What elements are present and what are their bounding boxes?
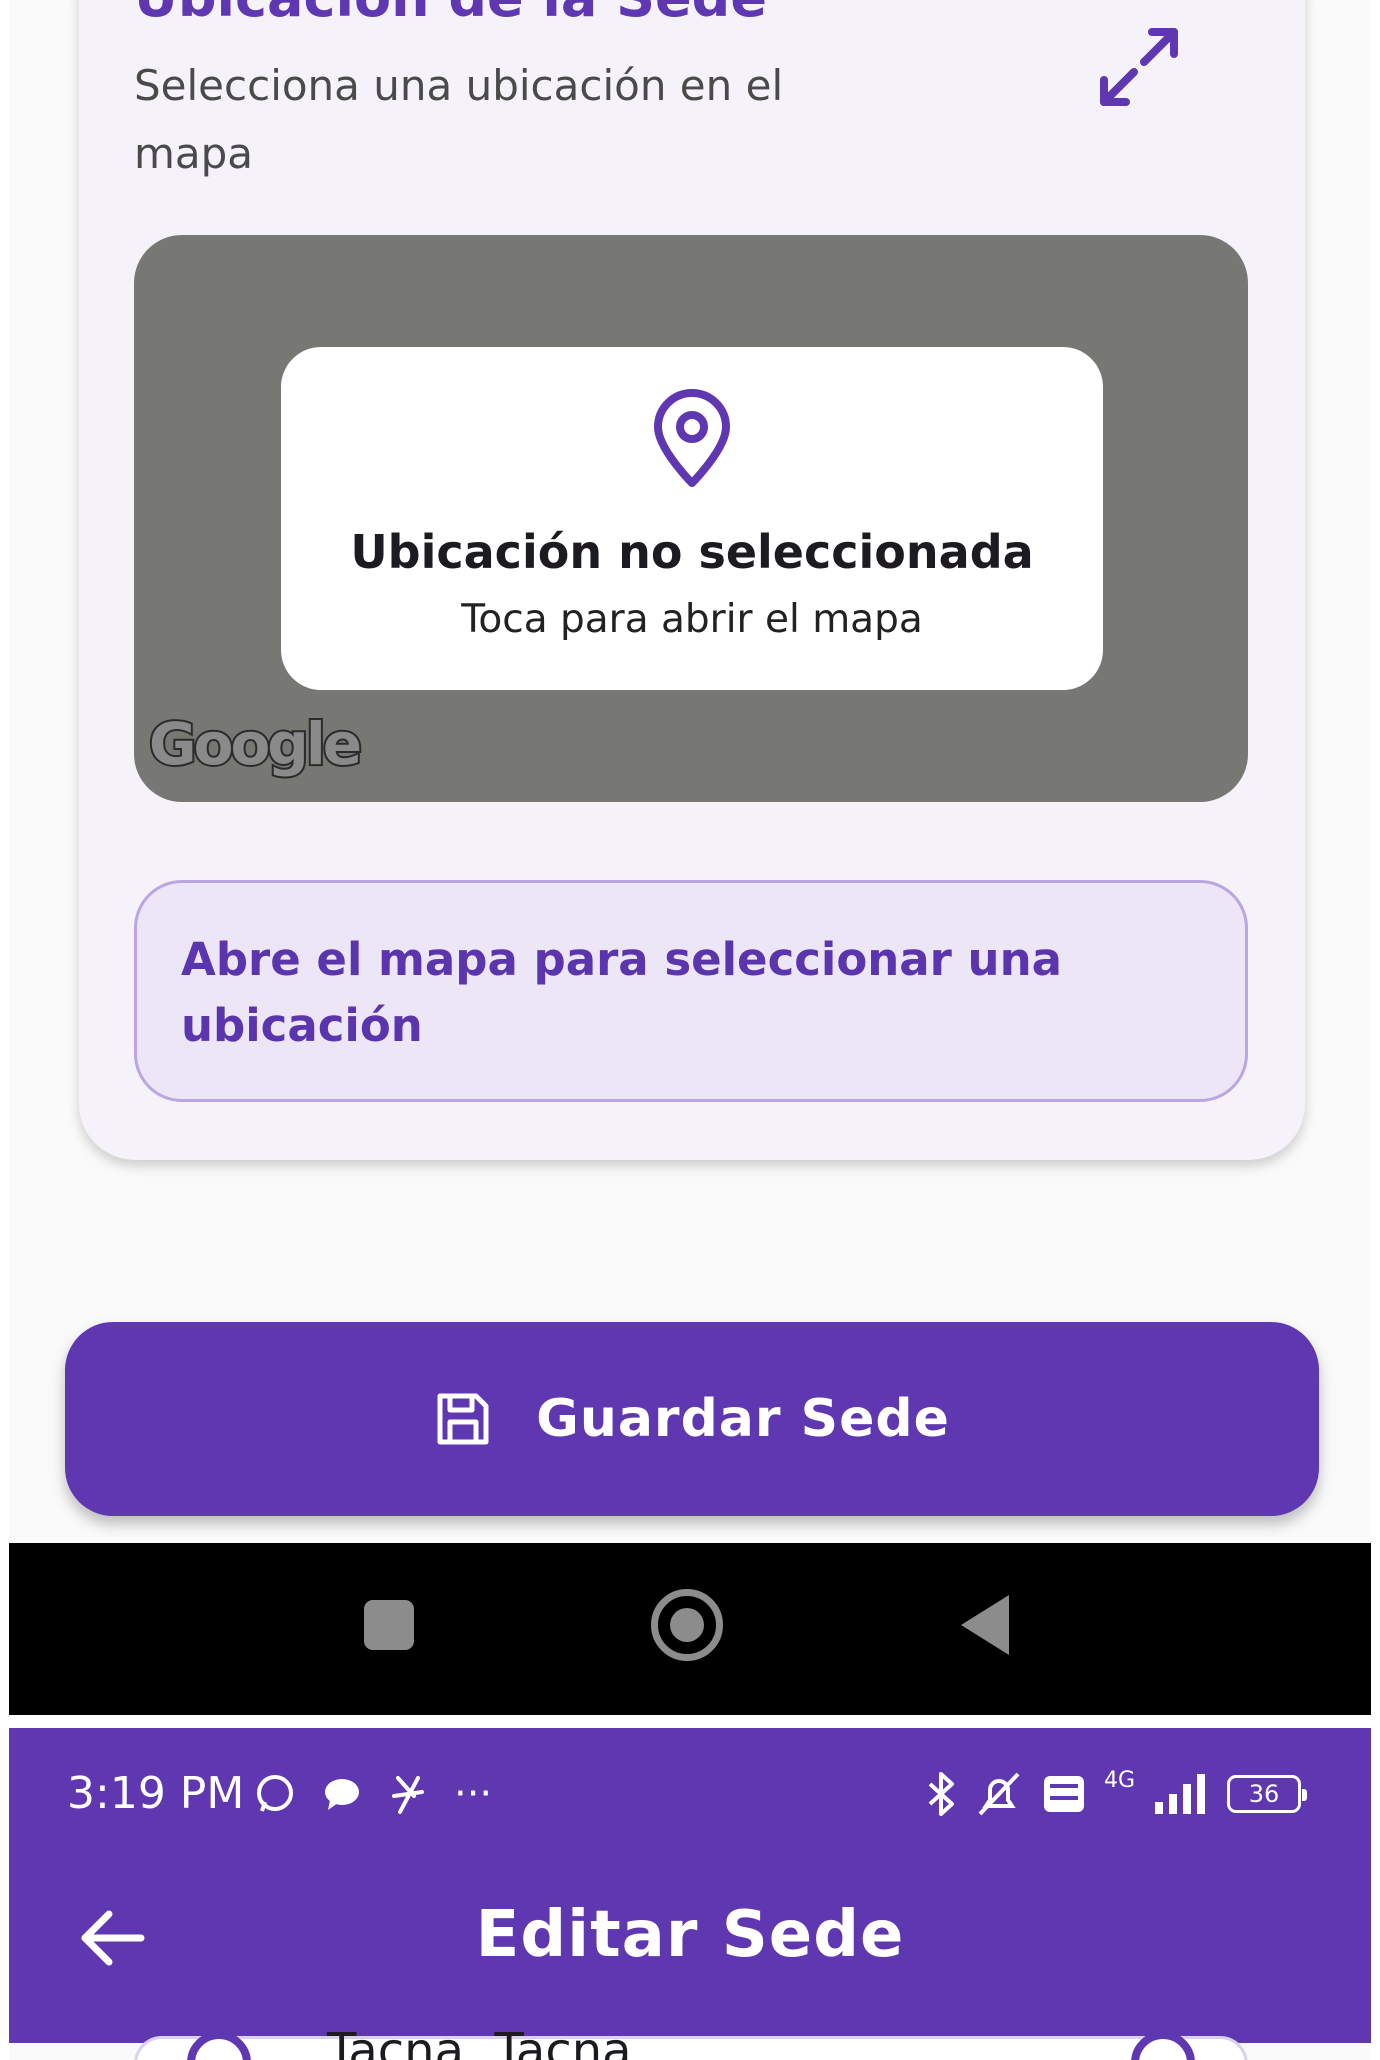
muted-bell-icon [978, 1772, 1020, 1816]
map-hint-text: Abre el mapa para seleccionar una ubicac… [181, 933, 1062, 1052]
save-sede-button[interactable]: Guardar Sede [65, 1322, 1319, 1516]
status-system-icons: 4G 36 [926, 1766, 1307, 1822]
battery-icon: 36 [1227, 1775, 1307, 1813]
map-status-title: Ubicación no seleccionada [350, 525, 1034, 579]
save-sede-label: Guardar Sede [536, 1389, 950, 1449]
signature-app-icon [392, 1776, 424, 1814]
status-notification-icons: ··· [254, 1766, 492, 1822]
map-hint-box: Abre el mapa para seleccionar una ubicac… [134, 880, 1248, 1102]
battery-level: 36 [1248, 1780, 1280, 1808]
location-select-icon[interactable] [1131, 2031, 1195, 2060]
bluetooth-icon [928, 1772, 954, 1816]
expand-map-button[interactable] [1094, 22, 1184, 112]
network-type: 4G [1103, 1768, 1135, 1793]
chat-bubble-icon [325, 1779, 359, 1810]
map-status-card[interactable]: Ubicación no seleccionada Toca para abri… [281, 347, 1103, 690]
location-result-text: Tacna, Tacna [327, 2023, 632, 2060]
signal-icon [1155, 1774, 1205, 1814]
more-notifications: ··· [454, 1771, 493, 1817]
recents-button[interactable] [364, 1600, 414, 1650]
nav-back-button[interactable] [961, 1595, 1009, 1655]
floppy-disk-icon [437, 1393, 489, 1445]
volte-icon [1043, 1776, 1084, 1812]
edit-sede-form-bottom: Ubicación de la Sede Selecciona una ubic… [9, 0, 1371, 1715]
status-time: 3:19 PM [67, 1768, 245, 1819]
location-result-row[interactable]: Tacna, Tacna [134, 2023, 1248, 2060]
google-logo: Google [147, 708, 364, 780]
map-status-subtitle: Toca para abrir el mapa [461, 597, 923, 642]
android-nav-bar [9, 1543, 1371, 1715]
location-pin-icon [654, 389, 730, 487]
location-section-subtitle: Selecciona una ubicación en el mapa [134, 61, 784, 178]
home-button[interactable] [651, 1589, 723, 1661]
expand-arrows-icon [1100, 28, 1178, 106]
location-section-title: Ubicación de la Sede [134, 0, 767, 29]
location-icon [187, 2031, 251, 2060]
app-bar: 3:19 PM ··· 4G 36 Editar Sede [9, 1728, 1371, 2043]
page-title: Editar Sede [475, 1898, 905, 1972]
whatsapp-icon [257, 1775, 293, 1812]
map-preview[interactable]: Ubicación no seleccionada Toca para abri… [134, 235, 1248, 802]
edit-sede-top: 3:19 PM ··· 4G 36 Editar Sede Tacna, Tac… [9, 1728, 1371, 2060]
